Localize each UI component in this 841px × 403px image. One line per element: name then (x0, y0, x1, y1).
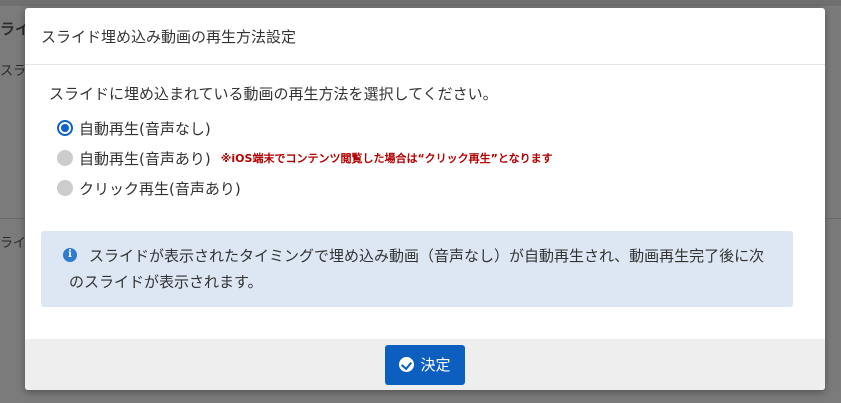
confirm-button[interactable]: 決定 (385, 344, 465, 385)
info-text: スライドが表示されたタイミングで埋め込み動画（音声なし）が自動再生され、動画再生… (69, 247, 765, 291)
info-box: i スライドが表示されたタイミングで埋め込み動画（音声なし）が自動再生され、動画… (41, 231, 793, 307)
radio-click-play[interactable] (57, 180, 73, 196)
modal-title: スライド埋め込み動画の再生方法設定 (41, 27, 297, 46)
modal-body: スライドに埋め込まれている動画の再生方法を選択してください。 自動再生(音声なし… (25, 65, 825, 307)
radio-autoplay-sound[interactable] (57, 150, 73, 166)
ios-note: ※iOS端末でコンテンツ閲覧した場合は“クリック再生”となります (220, 152, 553, 165)
background-top-bar (0, 0, 841, 6)
prompt-text: スライドに埋め込まれている動画の再生方法を選択してください。 (49, 85, 498, 103)
radio-autoplay-muted[interactable] (57, 120, 73, 136)
check-circle-icon (399, 357, 415, 372)
playback-settings-modal: スライド埋め込み動画の再生方法設定 スライドに埋め込まれている動画の再生方法を選… (25, 8, 825, 390)
option-label[interactable]: 自動再生(音声あり) (79, 148, 211, 169)
option-label[interactable]: クリック再生(音声あり) (79, 178, 241, 199)
background-label: ライ (0, 236, 27, 251)
info-icon: i (63, 248, 77, 262)
option-autoplay-sound[interactable]: 自動再生(音声あり) ※iOS端末でコンテンツ閲覧した場合は“クリック再生”とな… (49, 143, 809, 173)
option-label[interactable]: 自動再生(音声なし) (79, 118, 211, 139)
option-autoplay-muted[interactable]: 自動再生(音声なし) (49, 113, 809, 143)
confirm-label: 決定 (420, 357, 451, 374)
option-click-play[interactable]: クリック再生(音声あり) (49, 173, 809, 203)
modal-header: スライド埋め込み動画の再生方法設定 (25, 8, 825, 65)
modal-footer: 決定 (25, 339, 825, 390)
